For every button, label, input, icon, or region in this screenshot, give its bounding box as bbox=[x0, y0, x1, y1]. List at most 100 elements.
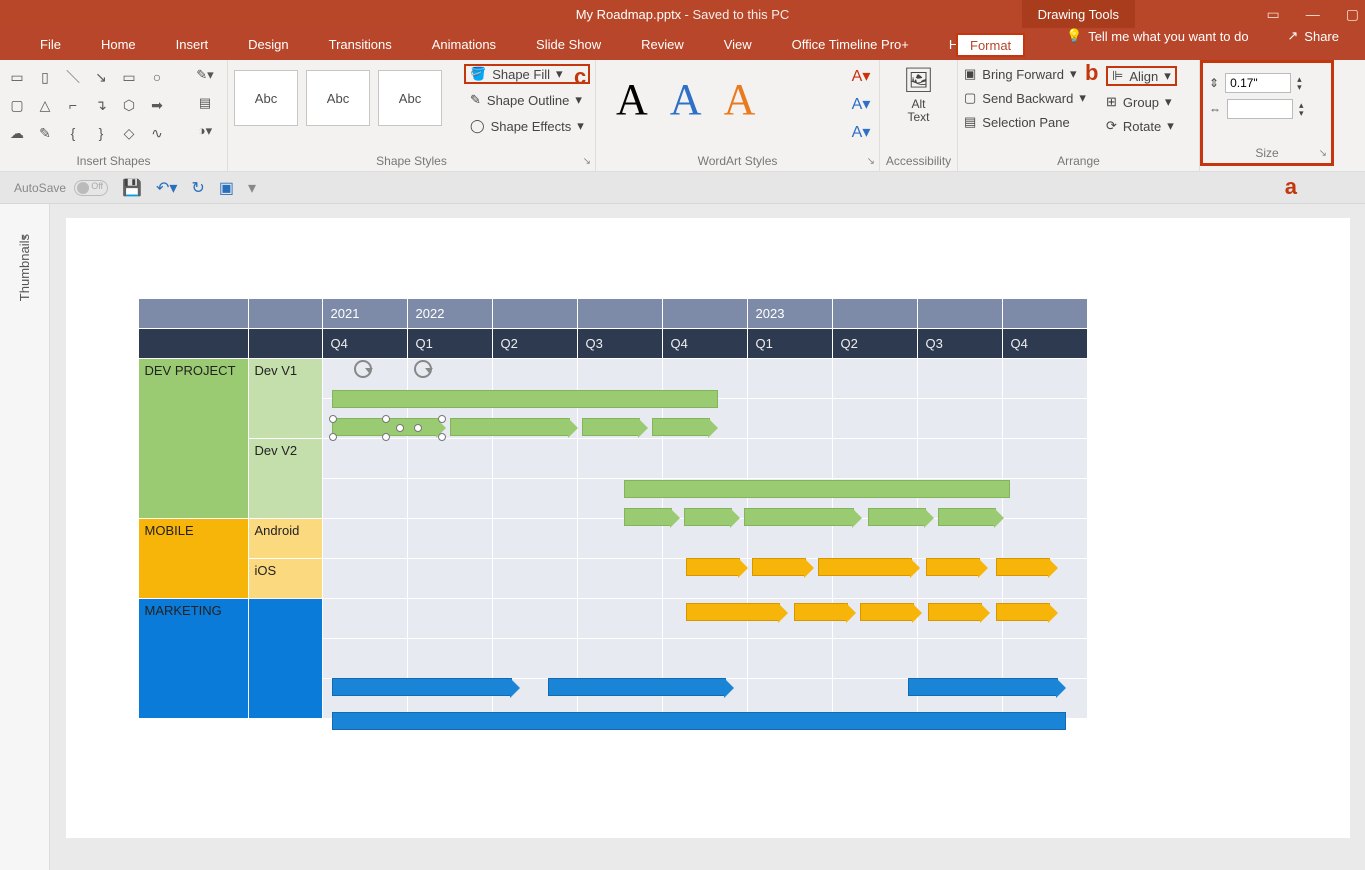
height-spinner[interactable]: ▴▾ bbox=[1297, 75, 1302, 91]
redo-icon[interactable]: ↻ bbox=[191, 178, 204, 198]
shape-fill-dropdown[interactable]: 🪣 Shape Fill ▾ bbox=[464, 64, 590, 84]
bar-dev-v1-main[interactable] bbox=[332, 390, 718, 408]
tab-office-timeline-pro[interactable]: Office Timeline Pro+ bbox=[772, 28, 929, 60]
rotate-dropdown[interactable]: ⟳Rotate▾ bbox=[1106, 118, 1177, 134]
bar-yellow-arrow[interactable] bbox=[794, 603, 848, 621]
shape-styles-launcher-icon[interactable]: ↘ bbox=[583, 156, 591, 167]
cloud-icon[interactable]: ☁ bbox=[6, 122, 28, 144]
tell-me-search[interactable]: 💡 Tell me what you want to do bbox=[1046, 28, 1269, 44]
bar-blue-arrow[interactable] bbox=[908, 678, 1058, 696]
bring-forward-button[interactable]: ▣Bring Forward ▾ bbox=[964, 66, 1086, 82]
undo-icon[interactable]: ↶▾ bbox=[156, 178, 177, 198]
style-item-3[interactable]: Abc bbox=[378, 70, 442, 126]
left-brace-icon[interactable]: { bbox=[62, 122, 84, 144]
bar-yellow-arrow[interactable] bbox=[686, 603, 780, 621]
width-spinner[interactable]: ▴▾ bbox=[1299, 101, 1304, 117]
tab-insert[interactable]: Insert bbox=[156, 28, 229, 60]
merge-shapes-dropdown[interactable]: ◑▾ bbox=[189, 120, 221, 142]
vertical-textbox-icon[interactable]: ▯ bbox=[34, 66, 56, 88]
arrow-line-icon[interactable]: ↘ bbox=[90, 66, 112, 88]
bar-green-arrow[interactable] bbox=[624, 508, 672, 526]
align-dropdown[interactable]: ⊫Align▾ bbox=[1106, 66, 1177, 86]
tab-review[interactable]: Review bbox=[621, 28, 704, 60]
tab-animations[interactable]: Animations bbox=[412, 28, 516, 60]
bar-green-arrow[interactable] bbox=[868, 508, 926, 526]
text-outline-dropdown[interactable]: A▾ bbox=[849, 92, 873, 116]
connector-icon[interactable]: ∿ bbox=[146, 122, 168, 144]
shape-effects-dropdown[interactable]: ◯ Shape Effects ▾ bbox=[464, 116, 590, 136]
tab-format[interactable]: Format bbox=[956, 33, 1025, 57]
text-fill-dropdown[interactable]: A▾ bbox=[849, 64, 873, 88]
tab-slideshow[interactable]: Slide Show bbox=[516, 28, 621, 60]
ribbon-options-icon[interactable]: ▭ bbox=[1267, 6, 1280, 23]
minimize-icon[interactable]: — bbox=[1306, 6, 1320, 22]
wordart-style-blue[interactable]: A bbox=[670, 74, 702, 125]
wordart-style-orange[interactable]: A bbox=[724, 74, 756, 125]
wordart-style-black[interactable]: A bbox=[616, 74, 648, 125]
selection-handle[interactable] bbox=[329, 433, 337, 441]
selection-handle[interactable] bbox=[438, 433, 446, 441]
height-input[interactable] bbox=[1225, 73, 1291, 93]
edit-shape-dropdown[interactable]: ✎▾ bbox=[189, 64, 221, 86]
tab-design[interactable]: Design bbox=[228, 28, 308, 60]
oval-icon[interactable]: ○ bbox=[146, 66, 168, 88]
tab-transitions[interactable]: Transitions bbox=[309, 28, 412, 60]
share-button[interactable]: ↗ Share bbox=[1267, 28, 1359, 44]
right-brace-icon[interactable]: } bbox=[90, 122, 112, 144]
wordart-launcher-icon[interactable]: ↘ bbox=[867, 156, 875, 167]
send-backward-button[interactable]: ▢Send Backward ▾ bbox=[964, 90, 1086, 106]
slide[interactable]: 2021 2022 2023 Q4 Q1 Q2 Q3 Q4 Q1 bbox=[66, 218, 1350, 838]
qat-customize-icon[interactable]: ▾ bbox=[248, 178, 256, 198]
more-icon[interactable]: ▤ bbox=[189, 92, 221, 114]
triangle-icon[interactable]: △ bbox=[34, 94, 56, 116]
bar-blue-arrow[interactable] bbox=[548, 678, 726, 696]
textbox-icon[interactable]: ▭ bbox=[6, 66, 28, 88]
selection-handle[interactable] bbox=[396, 424, 404, 432]
style-item-1[interactable]: Abc bbox=[234, 70, 298, 126]
bar-blue-arrow[interactable] bbox=[332, 678, 512, 696]
bar-green-arrow[interactable] bbox=[938, 508, 996, 526]
freeform-icon[interactable]: ✎ bbox=[34, 122, 56, 144]
bar-green-arrow[interactable] bbox=[744, 508, 854, 526]
style-item-2[interactable]: Abc bbox=[306, 70, 370, 126]
bar-yellow-arrow[interactable] bbox=[996, 558, 1050, 576]
hexagon-icon[interactable]: ⬡ bbox=[118, 94, 140, 116]
text-effects-dropdown[interactable]: A▾ bbox=[849, 120, 873, 144]
autosave-toggle[interactable]: AutoSave Off bbox=[14, 180, 108, 196]
bar-green-arrow[interactable] bbox=[652, 418, 710, 436]
rounded-rect-icon[interactable]: ▢ bbox=[6, 94, 28, 116]
tab-file[interactable]: File bbox=[20, 28, 81, 60]
bar-dev-v2-main[interactable] bbox=[624, 480, 1010, 498]
width-input[interactable] bbox=[1227, 99, 1293, 119]
bar-yellow-arrow[interactable] bbox=[752, 558, 806, 576]
right-arrow-icon[interactable]: ➡ bbox=[146, 94, 168, 116]
group-dropdown[interactable]: ⊞Group▾ bbox=[1106, 94, 1177, 110]
tab-view[interactable]: View bbox=[704, 28, 772, 60]
shape-outline-dropdown[interactable]: ✎ Shape Outline ▾ bbox=[464, 90, 590, 110]
selection-handle[interactable] bbox=[329, 415, 337, 423]
rotate-handle-icon[interactable] bbox=[414, 360, 432, 378]
alt-text-button[interactable]: 🖼 AltText bbox=[886, 66, 951, 124]
line-icon[interactable]: ＼ bbox=[62, 66, 84, 88]
rotate-handle-icon[interactable] bbox=[354, 360, 372, 378]
selection-handle[interactable] bbox=[382, 415, 390, 423]
bar-blue[interactable] bbox=[332, 712, 1066, 730]
bar-yellow-arrow[interactable] bbox=[996, 603, 1050, 621]
bar-yellow-arrow[interactable] bbox=[860, 603, 914, 621]
bar-yellow-arrow[interactable] bbox=[686, 558, 740, 576]
selection-pane-button[interactable]: ▤Selection Pane bbox=[964, 114, 1086, 130]
callout-icon[interactable]: ◇ bbox=[118, 122, 140, 144]
size-launcher-icon[interactable]: ↘ bbox=[1319, 148, 1327, 159]
maximize-icon[interactable]: ▢ bbox=[1346, 6, 1359, 23]
elbow-arrow-icon[interactable]: ↴ bbox=[90, 94, 112, 116]
bar-selected-3[interactable] bbox=[582, 418, 640, 436]
start-from-beginning-icon[interactable]: ▣ bbox=[219, 178, 234, 198]
bar-yellow-arrow[interactable] bbox=[928, 603, 982, 621]
thumbnails-panel[interactable]: ▸ Thumbnails bbox=[0, 204, 50, 870]
tab-home[interactable]: Home bbox=[81, 28, 156, 60]
bar-yellow-arrow[interactable] bbox=[926, 558, 980, 576]
bar-selected-2[interactable] bbox=[450, 418, 570, 436]
rectangle-icon[interactable]: ▭ bbox=[118, 66, 140, 88]
elbow-connector-icon[interactable]: ⌐ bbox=[62, 94, 84, 116]
bar-green-arrow[interactable] bbox=[684, 508, 732, 526]
